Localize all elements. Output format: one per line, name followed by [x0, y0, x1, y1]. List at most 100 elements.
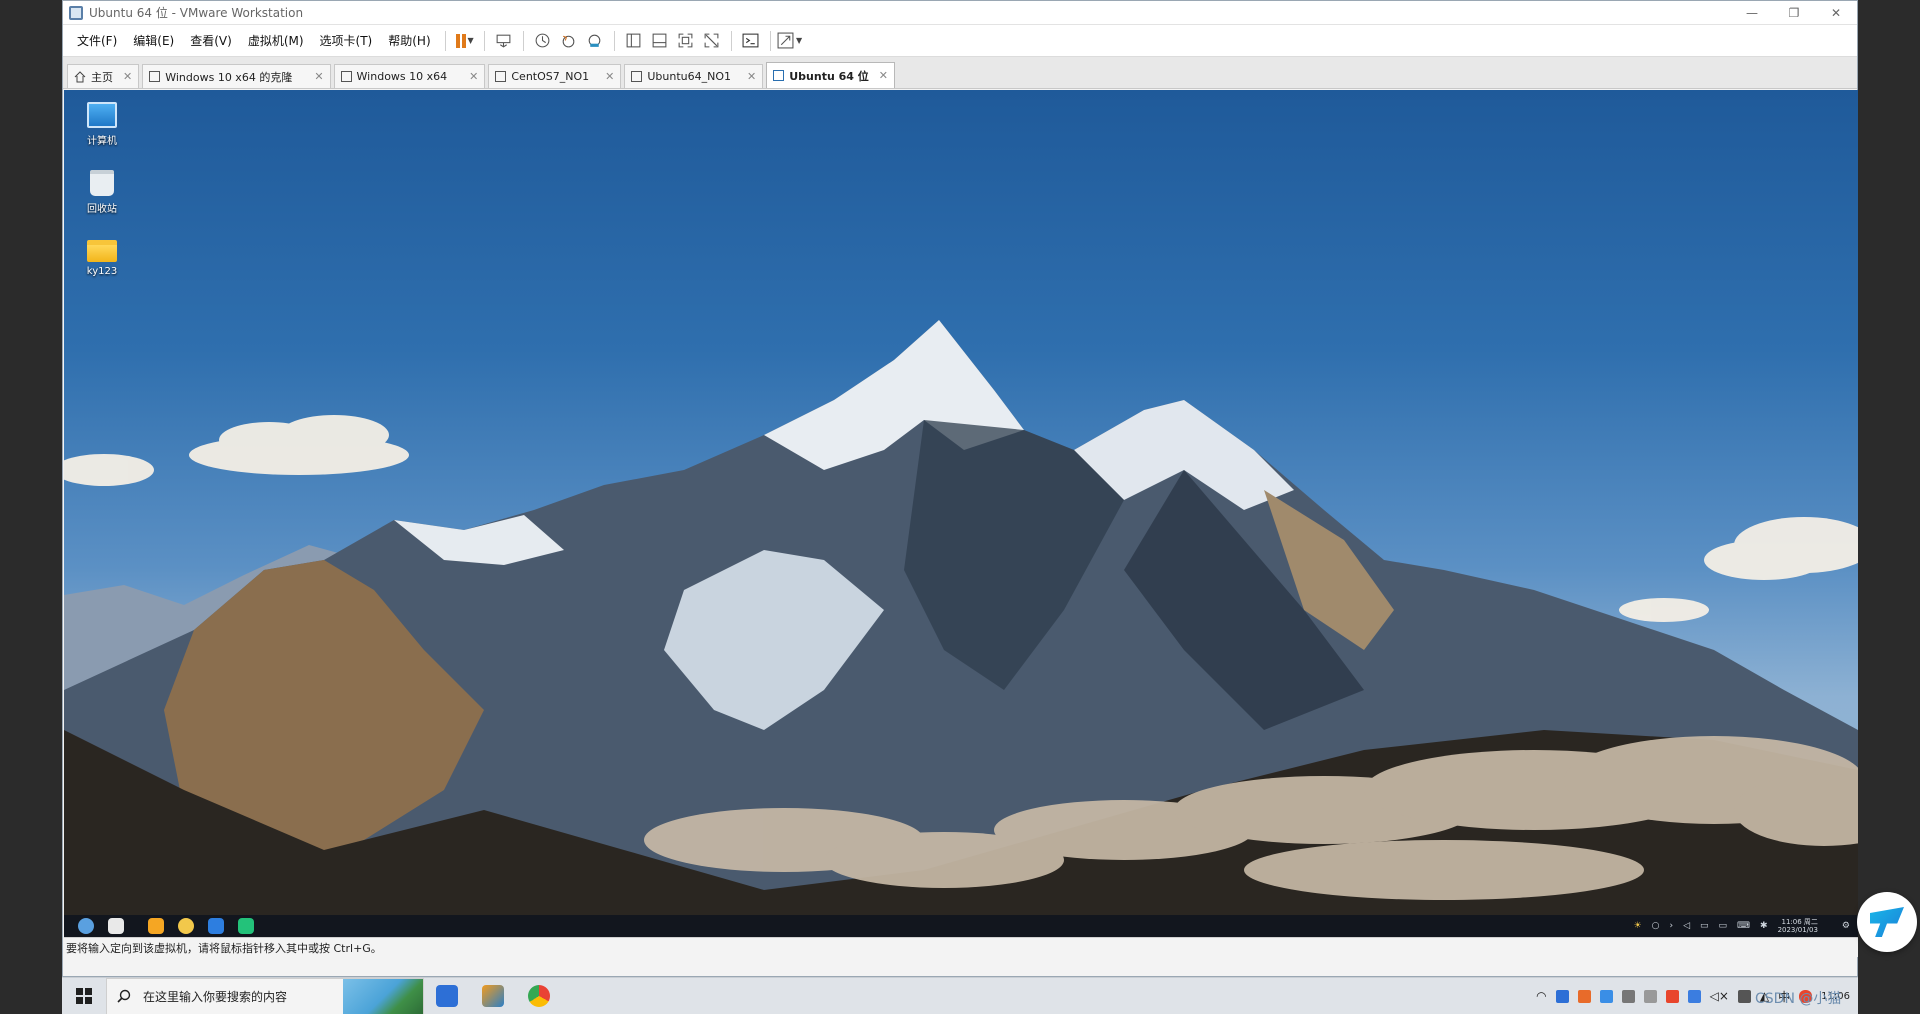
- window-title: Ubuntu 64 位 - VMware Workstation: [89, 6, 304, 20]
- stretch-button[interactable]: ▼: [777, 29, 803, 53]
- brightness-icon[interactable]: ☀: [1634, 921, 1642, 931]
- desktop-icon-trash[interactable]: 回收站: [72, 170, 132, 215]
- close-icon[interactable]: ✕: [314, 70, 323, 83]
- sidebar-button[interactable]: [621, 29, 647, 53]
- search-box[interactable]: 在这里输入你要搜索的内容: [106, 977, 424, 1014]
- stretch-icon: [777, 32, 794, 49]
- pause-icon: [455, 33, 466, 48]
- vm-clock[interactable]: 11:06 周二 2023/01/03: [1778, 918, 1818, 934]
- tab-label: CentOS7_NO1: [511, 70, 590, 83]
- wifi-icon[interactable]: ◠: [1536, 989, 1546, 1003]
- send-keys-button[interactable]: [491, 29, 517, 53]
- tab-label: Windows 10 x64: [356, 70, 448, 83]
- windows-logo-icon: [76, 988, 92, 1004]
- tab-ubuntu64-no1[interactable]: Ubuntu64_NO1 ✕: [624, 64, 764, 88]
- tab-home[interactable]: 主页 ✕: [67, 64, 140, 88]
- start-button[interactable]: [62, 978, 106, 1014]
- network-icon[interactable]: ▭: [1700, 921, 1709, 931]
- vm-icon: [495, 71, 507, 82]
- bluetooth-icon[interactable]: ✱: [1760, 921, 1768, 931]
- unity-icon: [704, 33, 719, 48]
- computer-icon: [87, 102, 117, 128]
- tab-ubuntu64[interactable]: Ubuntu 64 位 ✕: [766, 62, 895, 88]
- close-button[interactable]: ✕: [1815, 6, 1857, 20]
- antivirus-tray-icon[interactable]: [1665, 989, 1679, 1003]
- usb-tray-icon[interactable]: [1643, 989, 1657, 1003]
- minimize-button[interactable]: —: [1731, 6, 1773, 20]
- desktop-icon-label: ky123: [86, 266, 118, 277]
- display-icon[interactable]: ▭: [1719, 921, 1728, 931]
- snapshot-manager-button[interactable]: [582, 29, 608, 53]
- vm-taskbar: ☀ ○ › ◁ ▭ ▭ ⌨ ✱ 11:06 周二 2023/01/03 ⚙: [64, 915, 1858, 937]
- tab-label: Ubuntu64_NO1: [647, 70, 732, 83]
- vmware-icon: [69, 5, 83, 20]
- toolbar-separator: [522, 30, 524, 51]
- window-tray-icon[interactable]: [1621, 989, 1635, 1003]
- assistant-icon: [1870, 907, 1904, 937]
- host-taskbar: 在这里输入你要搜索的内容 ◠ ◁× ◭ 中 11:06: [62, 977, 1858, 1014]
- toolbar-separator: [483, 30, 485, 51]
- cloud-tray-icon[interactable]: [1687, 989, 1701, 1003]
- status-bar: 要将输入定向到该虚拟机，请将鼠标指针移入其中或按 Ctrl+G。: [64, 937, 1858, 957]
- pinned-app-chrome[interactable]: [516, 978, 562, 1014]
- feishu-icon: [436, 985, 458, 1007]
- tab-windows10[interactable]: Windows 10 x64 ✕: [333, 64, 486, 88]
- thumbnail-button[interactable]: [647, 29, 673, 53]
- fullscreen-icon: [678, 33, 693, 48]
- battery-icon[interactable]: [1737, 989, 1751, 1003]
- notification-icon[interactable]: ○: [1652, 921, 1660, 931]
- close-icon[interactable]: ✕: [605, 70, 614, 83]
- app-tray-icon[interactable]: [1599, 989, 1613, 1003]
- tab-centos7[interactable]: CentOS7_NO1 ✕: [488, 64, 622, 88]
- file-manager-icon[interactable]: [108, 918, 124, 934]
- menu-view[interactable]: 查看(V): [182, 32, 240, 49]
- vm-system-tray: ☀ ○ › ◁ ▭ ▭ ⌨ ✱ 11:06 周二 2023/01/03 ⚙: [1634, 918, 1858, 934]
- menu-vm[interactable]: 虚拟机(M): [240, 32, 312, 49]
- pinned-app-feishu[interactable]: [424, 978, 470, 1014]
- menu-help[interactable]: 帮助(H): [380, 32, 438, 49]
- search-highlight-image: [343, 978, 423, 1014]
- floating-assistant-button[interactable]: [1857, 892, 1917, 952]
- menu-edit[interactable]: 编辑(E): [125, 32, 182, 49]
- close-icon[interactable]: ✕: [469, 70, 478, 83]
- browser-icon[interactable]: [178, 918, 194, 934]
- menu-tabs[interactable]: 选项卡(T): [312, 32, 381, 49]
- notification-tray-icon[interactable]: [1577, 989, 1591, 1003]
- pause-button[interactable]: ▼: [452, 29, 478, 53]
- menu-bar: 文件(F) 编辑(E) 查看(V) 虚拟机(M) 选项卡(T) 帮助(H) ▼ …: [63, 25, 1857, 57]
- settings-icon[interactable]: ⚙: [1842, 921, 1850, 931]
- keyboard-icon[interactable]: ⌨: [1737, 921, 1750, 931]
- thumbnail-icon: [652, 33, 667, 48]
- tab-windows10-clone[interactable]: Windows 10 x64 的克隆 ✕: [142, 64, 331, 88]
- console-button[interactable]: [738, 29, 764, 53]
- close-icon[interactable]: ✕: [879, 69, 888, 82]
- status-text: 要将输入定向到该虚拟机，请将鼠标指针移入其中或按 Ctrl+G。: [66, 941, 382, 955]
- restore-button[interactable]: ❐: [1773, 6, 1815, 20]
- unity-button[interactable]: [699, 29, 725, 53]
- desktop-icon-folder[interactable]: ky123: [72, 240, 132, 277]
- close-icon[interactable]: ✕: [747, 70, 756, 83]
- search-icon: [117, 989, 131, 1003]
- title-bar: Ubuntu 64 位 - VMware Workstation — ❐ ✕: [63, 1, 1857, 25]
- volume-icon[interactable]: ◁×: [1710, 989, 1729, 1003]
- vm-display[interactable]: 计算机 回收站 ky123 ☀ ○ › ◁ ▭ ▭ ⌨ ✱ 11:06 周二 2…: [64, 90, 1858, 957]
- launcher-icon[interactable]: [78, 918, 94, 934]
- desktop-icon-computer[interactable]: 计算机: [72, 102, 132, 147]
- feishu-tray-icon[interactable]: [1555, 989, 1569, 1003]
- toolbar-separator: [769, 30, 771, 51]
- menu-file[interactable]: 文件(F): [69, 32, 125, 49]
- pinned-app-vmware[interactable]: [470, 978, 516, 1014]
- chat-icon[interactable]: [238, 918, 254, 934]
- snapshot-button[interactable]: [530, 29, 556, 53]
- chevron-right-icon[interactable]: ›: [1669, 921, 1673, 931]
- vm-icon: [340, 71, 352, 82]
- app-store-icon[interactable]: [148, 918, 164, 934]
- folder-icon: [87, 240, 117, 262]
- revert-snapshot-button[interactable]: [556, 29, 582, 53]
- volume-icon[interactable]: ◁: [1683, 921, 1690, 931]
- close-icon[interactable]: ✕: [123, 70, 132, 83]
- sidebar-icon: [626, 33, 641, 48]
- fullscreen-button[interactable]: [673, 29, 699, 53]
- tab-label: Ubuntu 64 位: [789, 69, 869, 83]
- mail-icon[interactable]: [208, 918, 224, 934]
